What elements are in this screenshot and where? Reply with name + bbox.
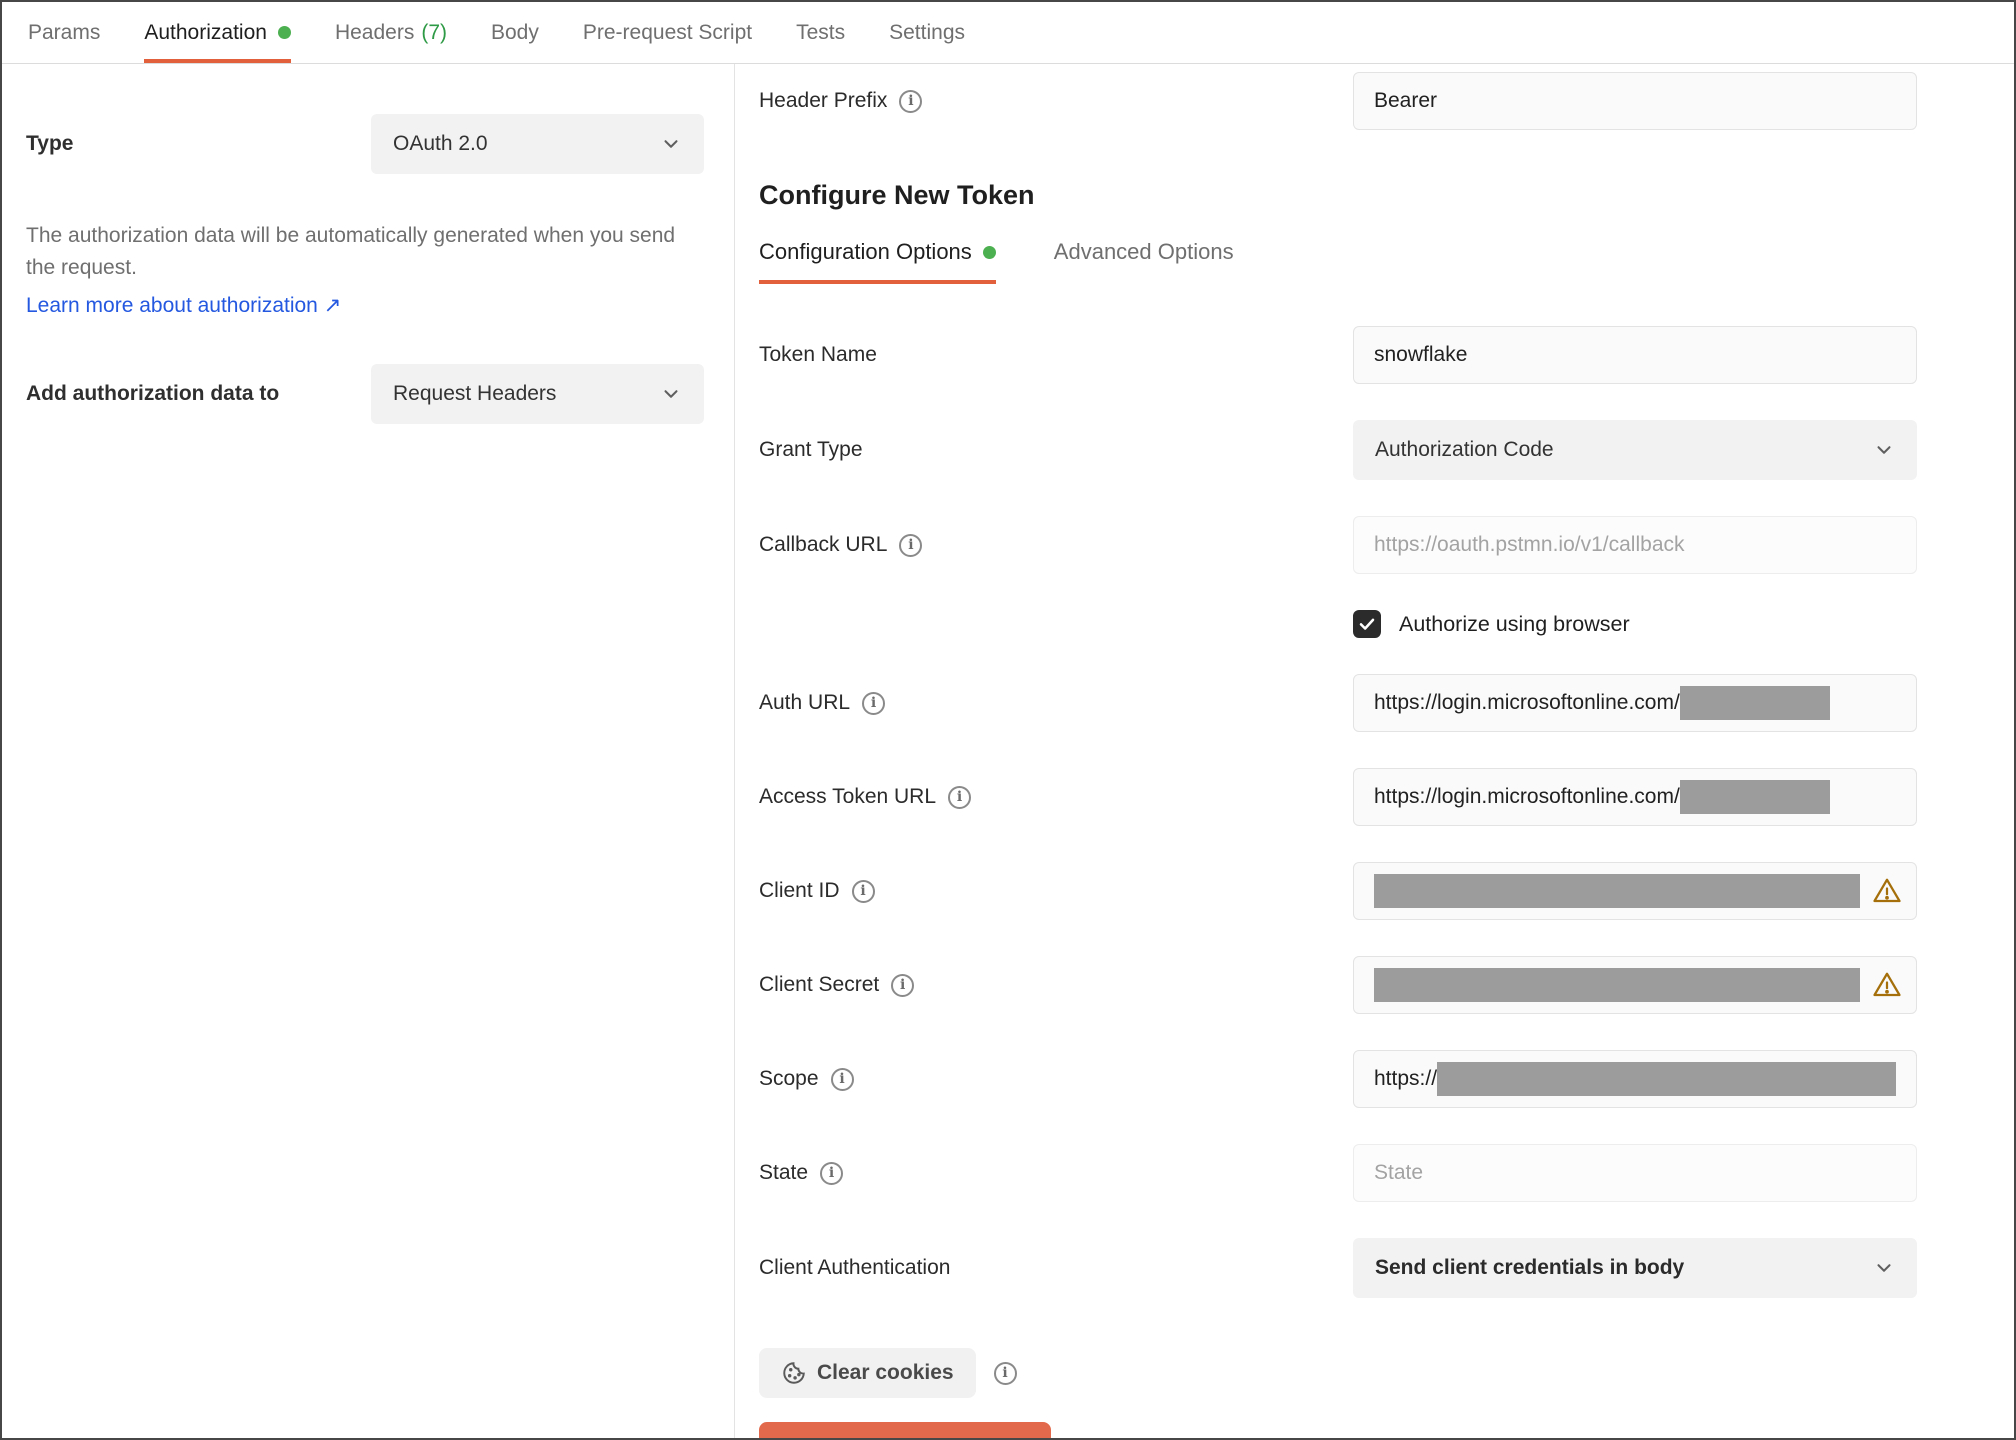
info-icon[interactable]: i — [948, 785, 972, 809]
headers-count-badge: (7) — [421, 20, 447, 44]
add-auth-selected-value: Request Headers — [393, 382, 557, 405]
auth-url-input[interactable]: https://login.microsoftonline.com/ — [1353, 674, 1917, 732]
tab-body-label: Body — [491, 20, 539, 44]
chevron-down-icon — [664, 390, 678, 398]
chevron-down-icon — [1877, 446, 1891, 454]
tab-settings[interactable]: Settings — [889, 2, 965, 63]
tab-settings-label: Settings — [889, 20, 966, 44]
client-secret-input[interactable] — [1353, 956, 1917, 1014]
add-auth-data-label: Add authorization data to — [26, 382, 280, 405]
subtab-configuration-options[interactable]: Configuration Options — [759, 239, 996, 284]
warning-icon — [1873, 972, 1901, 997]
learn-more-authorization-link[interactable]: Learn more about authorization ↗ — [26, 293, 341, 318]
info-icon[interactable]: i — [899, 533, 923, 557]
info-icon[interactable]: i — [820, 1161, 844, 1185]
tab-params-label: Params — [28, 20, 101, 44]
subtab-advanced-options[interactable]: Advanced Options — [1054, 239, 1234, 284]
client-id-label: Client ID — [759, 879, 840, 902]
authorize-using-browser-label: Authorize using browser — [1399, 611, 1630, 636]
request-editor-panel: Params Authorization Headers (7) Body Pr… — [0, 0, 2016, 1440]
clear-cookies-button[interactable]: Clear cookies — [759, 1348, 976, 1398]
state-label: State — [759, 1161, 809, 1184]
token-config-subtabs: Configuration Options Advanced Options — [759, 239, 2014, 284]
request-tabbar: Params Authorization Headers (7) Body Pr… — [2, 2, 2014, 64]
tab-headers-label: Headers — [334, 20, 415, 44]
state-input[interactable] — [1353, 1144, 1917, 1202]
auth-url-label: Auth URL — [759, 691, 851, 714]
token-name-input[interactable] — [1353, 326, 1917, 384]
auth-description-text: The authorization data will be automatic… — [26, 224, 676, 279]
checkmark-icon — [1359, 618, 1375, 630]
warning-icon — [1873, 878, 1901, 903]
access-token-url-label: Access Token URL — [759, 785, 937, 808]
configuration-options-dot — [982, 245, 996, 259]
auth-url-value: https://login.microsoftonline.com/ — [1374, 691, 1680, 714]
clear-cookies-label: Clear cookies — [817, 1361, 954, 1384]
header-prefix-label: Header Prefix — [759, 89, 888, 112]
auth-type-selected-value: OAuth 2.0 — [393, 132, 488, 155]
tab-tests[interactable]: Tests — [796, 2, 845, 63]
scope-label: Scope — [759, 1067, 819, 1090]
authorize-using-browser-checkbox[interactable] — [1353, 610, 1381, 638]
access-token-url-value: https://login.microsoftonline.com/ — [1374, 785, 1680, 808]
scope-redaction — [1437, 1062, 1896, 1096]
callback-url-input[interactable] — [1353, 516, 1917, 574]
tab-tests-label: Tests — [796, 20, 846, 44]
scope-input[interactable]: https:// — [1353, 1050, 1917, 1108]
chevron-down-icon — [1877, 1264, 1891, 1272]
tab-params[interactable]: Params — [28, 2, 100, 63]
scope-value: https:// — [1374, 1067, 1438, 1090]
auth-url-redaction — [1679, 686, 1830, 720]
tab-authorization[interactable]: Authorization — [144, 2, 291, 63]
learn-more-label: Learn more about authorization — [26, 294, 318, 317]
external-link-icon: ↗ — [323, 294, 342, 317]
tab-authorization-label: Authorization — [144, 20, 267, 44]
info-icon[interactable]: i — [891, 973, 915, 997]
chevron-down-icon — [664, 140, 678, 148]
info-icon[interactable]: i — [899, 89, 923, 113]
type-label: Type — [26, 132, 74, 155]
token-actions: Clear cookies i Get New Access Token — [759, 1348, 2014, 1438]
client-id-input[interactable] — [1353, 862, 1917, 920]
grant-type-dropdown[interactable]: Authorization Code — [1353, 420, 1917, 480]
subtab-advanced-options-label: Advanced Options — [1053, 239, 1234, 264]
grant-type-label: Grant Type — [759, 438, 863, 461]
access-token-url-redaction — [1679, 780, 1830, 814]
client-secret-redaction — [1374, 968, 1860, 1002]
tab-pre-request-script-label: Pre-request Script — [582, 20, 753, 44]
oauth2-config-panel: Header Prefix i Configure New Token Conf… — [735, 64, 2014, 1438]
info-icon[interactable]: i — [851, 879, 875, 903]
tab-pre-request-script[interactable]: Pre-request Script — [583, 2, 752, 63]
token-name-label: Token Name — [759, 343, 877, 366]
tab-headers[interactable]: Headers (7) — [335, 2, 447, 63]
info-icon[interactable]: i — [830, 1067, 854, 1091]
configure-new-token-title: Configure New Token — [759, 180, 1035, 210]
access-token-url-input[interactable]: https://login.microsoftonline.com/ — [1353, 768, 1917, 826]
client-authentication-label: Client Authentication — [759, 1256, 951, 1279]
client-secret-label: Client Secret — [759, 973, 880, 996]
info-icon[interactable]: i — [862, 691, 886, 715]
client-authentication-dropdown[interactable]: Send client credentials in body — [1353, 1238, 1917, 1298]
grant-type-selected-value: Authorization Code — [1375, 438, 1554, 461]
authorization-active-dot — [277, 26, 291, 39]
tab-body[interactable]: Body — [491, 2, 539, 63]
cookie-icon — [783, 1362, 805, 1384]
info-icon[interactable]: i — [993, 1361, 1017, 1385]
add-auth-data-dropdown[interactable]: Request Headers — [371, 364, 704, 424]
auth-type-panel: Type OAuth 2.0 The authorization data wi… — [2, 64, 735, 1438]
client-authentication-selected-value: Send client credentials in body — [1375, 1256, 1685, 1279]
header-prefix-input[interactable] — [1353, 72, 1917, 130]
subtab-configuration-options-label: Configuration Options — [759, 239, 972, 264]
auth-type-dropdown[interactable]: OAuth 2.0 — [371, 114, 704, 174]
get-new-access-token-button[interactable]: Get New Access Token — [759, 1422, 1051, 1438]
callback-url-label: Callback URL — [759, 533, 888, 556]
client-id-redaction — [1374, 874, 1860, 908]
